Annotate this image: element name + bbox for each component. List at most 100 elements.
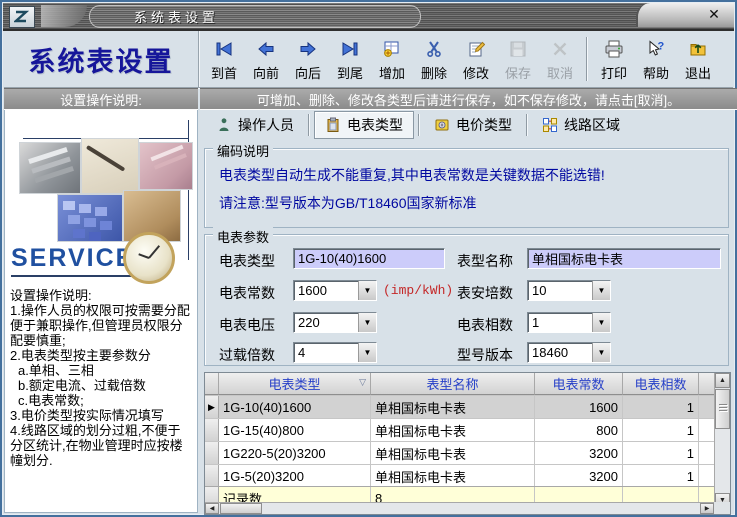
titlebar: 系统表设置 ✕ [3, 3, 734, 31]
table-row[interactable]: 1G220-5(20)3200 单相国标电卡表 3200 1 [205, 442, 730, 465]
tab-separator [418, 114, 420, 136]
tab-price-type[interactable]: 电价类型 [424, 112, 522, 138]
goto-last-button[interactable]: 到尾 [329, 34, 371, 84]
toolbar-separator [586, 37, 588, 81]
voltage-label: 电表电压 [219, 315, 275, 335]
coding-group-title: 编码说明 [213, 141, 273, 160]
photo-pink [139, 142, 193, 190]
add-record-button[interactable]: 增加 [371, 34, 413, 84]
table-row[interactable]: 1G-5(20)3200 单相国标电卡表 3200 1 [205, 465, 730, 488]
vertical-scrollbar[interactable]: ▲ ▼ [714, 373, 730, 508]
goto-first-button[interactable]: 到首 [203, 34, 245, 84]
phases-label: 电表相数 [457, 315, 513, 335]
grid-header-row: 电表类型▽ 表型名称 电表常数 电表相数 [205, 373, 730, 396]
scroll-up-icon[interactable]: ▲ [715, 373, 730, 388]
scrollbar-corner [714, 502, 730, 514]
dropdown-arrow-icon[interactable]: ▼ [592, 343, 610, 362]
grid-header-meter-type[interactable]: 电表类型▽ [219, 373, 371, 395]
cancel-button: 取消 [539, 34, 581, 84]
go-next-button[interactable]: 向后 [287, 34, 329, 84]
model-name-field[interactable]: 单相国标电卡表 [527, 248, 721, 269]
grid-header-phases[interactable]: 电表相数 [623, 373, 699, 395]
add-record-icon [383, 37, 401, 61]
meter-params-group: 电表参数 电表类型 1G-10(40)1600 表型名称 单相国标电卡表 电表常… [204, 234, 729, 366]
meter-constant-label: 电表常数 [219, 283, 275, 303]
titlebar-swoosh [41, 5, 87, 27]
print-icon [604, 37, 624, 61]
go-previous-button[interactable]: 向前 [245, 34, 287, 84]
tab-meter-type[interactable]: 电表类型 [314, 111, 414, 139]
params-group-title: 电表参数 [213, 227, 273, 246]
photo-pen [81, 138, 139, 194]
price-book-icon [434, 117, 450, 133]
meter-type-field[interactable]: 1G-10(40)1600 [293, 248, 445, 269]
tabbar: 操作人员 电表类型 电价类型 线路区域 [200, 110, 737, 140]
sidebar: 设置操作说明: SERVICE 设置操作说明: 1.操作人员的权限可按需要分配便… [4, 88, 198, 513]
dropdown-arrow-icon[interactable]: ▼ [358, 343, 376, 362]
modify-record-button[interactable]: 修改 [455, 34, 497, 84]
meter-type-label: 电表类型 [219, 251, 275, 271]
system-table-settings-window: 系统表设置 ✕ 系统表设置 到首 向前 向后 到尾 [0, 0, 737, 517]
voltage-combo[interactable]: 220 ▼ [293, 312, 377, 333]
instructions-text: 设置操作说明: 1.操作人员的权限可按需要分配便于兼职操作,但管理员权限分配要慎… [10, 288, 193, 468]
delete-record-button[interactable]: 删除 [413, 34, 455, 84]
help-button[interactable]: ? 帮助 [635, 34, 677, 84]
horizontal-scroll-thumb[interactable] [220, 503, 262, 514]
toolbar-band: 系统表设置 到首 向前 向后 到尾 增加 [4, 31, 733, 88]
delete-record-icon [425, 37, 443, 61]
amperage-label: 表安培数 [457, 283, 513, 303]
instruction-item: b.额定电流、过载倍数 [10, 378, 193, 393]
print-button[interactable]: 打印 [593, 34, 635, 84]
dropdown-arrow-icon[interactable]: ▼ [592, 281, 610, 300]
scroll-right-icon[interactable]: ▶ [700, 503, 714, 514]
horizontal-scrollbar[interactable]: ◀ ▶ [205, 502, 714, 514]
scroll-left-icon[interactable]: ◀ [205, 503, 219, 514]
save-icon [509, 37, 527, 61]
dropdown-arrow-icon[interactable]: ▼ [592, 313, 610, 332]
close-icon[interactable]: ✕ [704, 5, 724, 24]
tab-separator [526, 114, 528, 136]
instructions-title: 设置操作说明: [10, 288, 193, 303]
model-name-label: 表型名称 [457, 251, 513, 271]
save-button: 保存 [497, 34, 539, 84]
clipboard-icon [325, 117, 341, 133]
model-version-combo[interactable]: 18460 ▼ [527, 342, 611, 363]
dropdown-arrow-icon[interactable]: ▼ [358, 281, 376, 300]
tab-line-area[interactable]: 线路区域 [532, 112, 630, 138]
grid-header-model-name[interactable]: 表型名称 [371, 373, 535, 395]
service-label: SERVICE [11, 244, 134, 277]
instruction-item: 3.电价类型按实际情况填写 [10, 408, 193, 423]
sidebar-header: 设置操作说明: [4, 88, 198, 110]
meter-constant-combo[interactable]: 1600 ▼ [293, 280, 377, 301]
table-row[interactable]: ▶ 1G-10(40)1600 单相国标电卡表 1600 1 [205, 396, 730, 419]
model-version-label: 型号版本 [457, 345, 513, 365]
instruction-item: a.单相、三相 [10, 363, 193, 378]
instruction-item: 2.电表类型按主要参数分 [10, 348, 193, 363]
sort-icon: ▽ [359, 377, 366, 388]
goto-first-icon [214, 37, 234, 61]
exit-button[interactable]: 退出 [677, 34, 719, 84]
coding-note-1: 电表类型自动生成不能重复,其中电表常数是关键数据不能选错! [219, 165, 605, 185]
table-row[interactable]: 1G-15(40)800 单相国标电卡表 800 1 [205, 419, 730, 442]
tab-operators[interactable]: 操作人员 [206, 112, 304, 138]
coding-explanation-group: 编码说明 电表类型自动生成不能重复,其中电表常数是关键数据不能选错! 请注意:型… [204, 148, 729, 228]
constant-unit-label: (imp/kWh) [383, 283, 453, 298]
instruction-item: 1.操作人员的权限可按需要分配便于兼职操作,但管理员权限分配要慎重; [10, 303, 193, 348]
go-next-icon [299, 37, 317, 61]
phases-combo[interactable]: 1 ▼ [527, 312, 611, 333]
dropdown-arrow-icon[interactable]: ▼ [358, 313, 376, 332]
grid-corner-cell [205, 373, 219, 395]
sidebar-body: SERVICE 设置操作说明: 1.操作人员的权限可按需要分配便于兼职操作,但管… [4, 110, 198, 513]
help-icon: ? [647, 37, 665, 61]
titlebar-pill: 系统表设置 [89, 5, 421, 28]
amperage-combo[interactable]: 10 ▼ [527, 280, 611, 301]
row-marker-icon: ▶ [205, 396, 219, 418]
vertical-scroll-thumb[interactable] [715, 389, 730, 429]
grid-header-constant[interactable]: 电表常数 [535, 373, 623, 395]
meter-type-grid: 电表类型▽ 表型名称 电表常数 电表相数 ▶ 1G-10(40)1600 单相国… [204, 372, 731, 515]
overload-combo[interactable]: 4 ▼ [293, 342, 377, 363]
tab-separator [308, 114, 310, 136]
pocket-watch-image [123, 232, 175, 284]
photo-keyboard [57, 194, 123, 242]
hint-bar: 可增加、删除、修改各类型后请进行保存，如不保存修改，请点击[取消]。 [200, 88, 737, 110]
